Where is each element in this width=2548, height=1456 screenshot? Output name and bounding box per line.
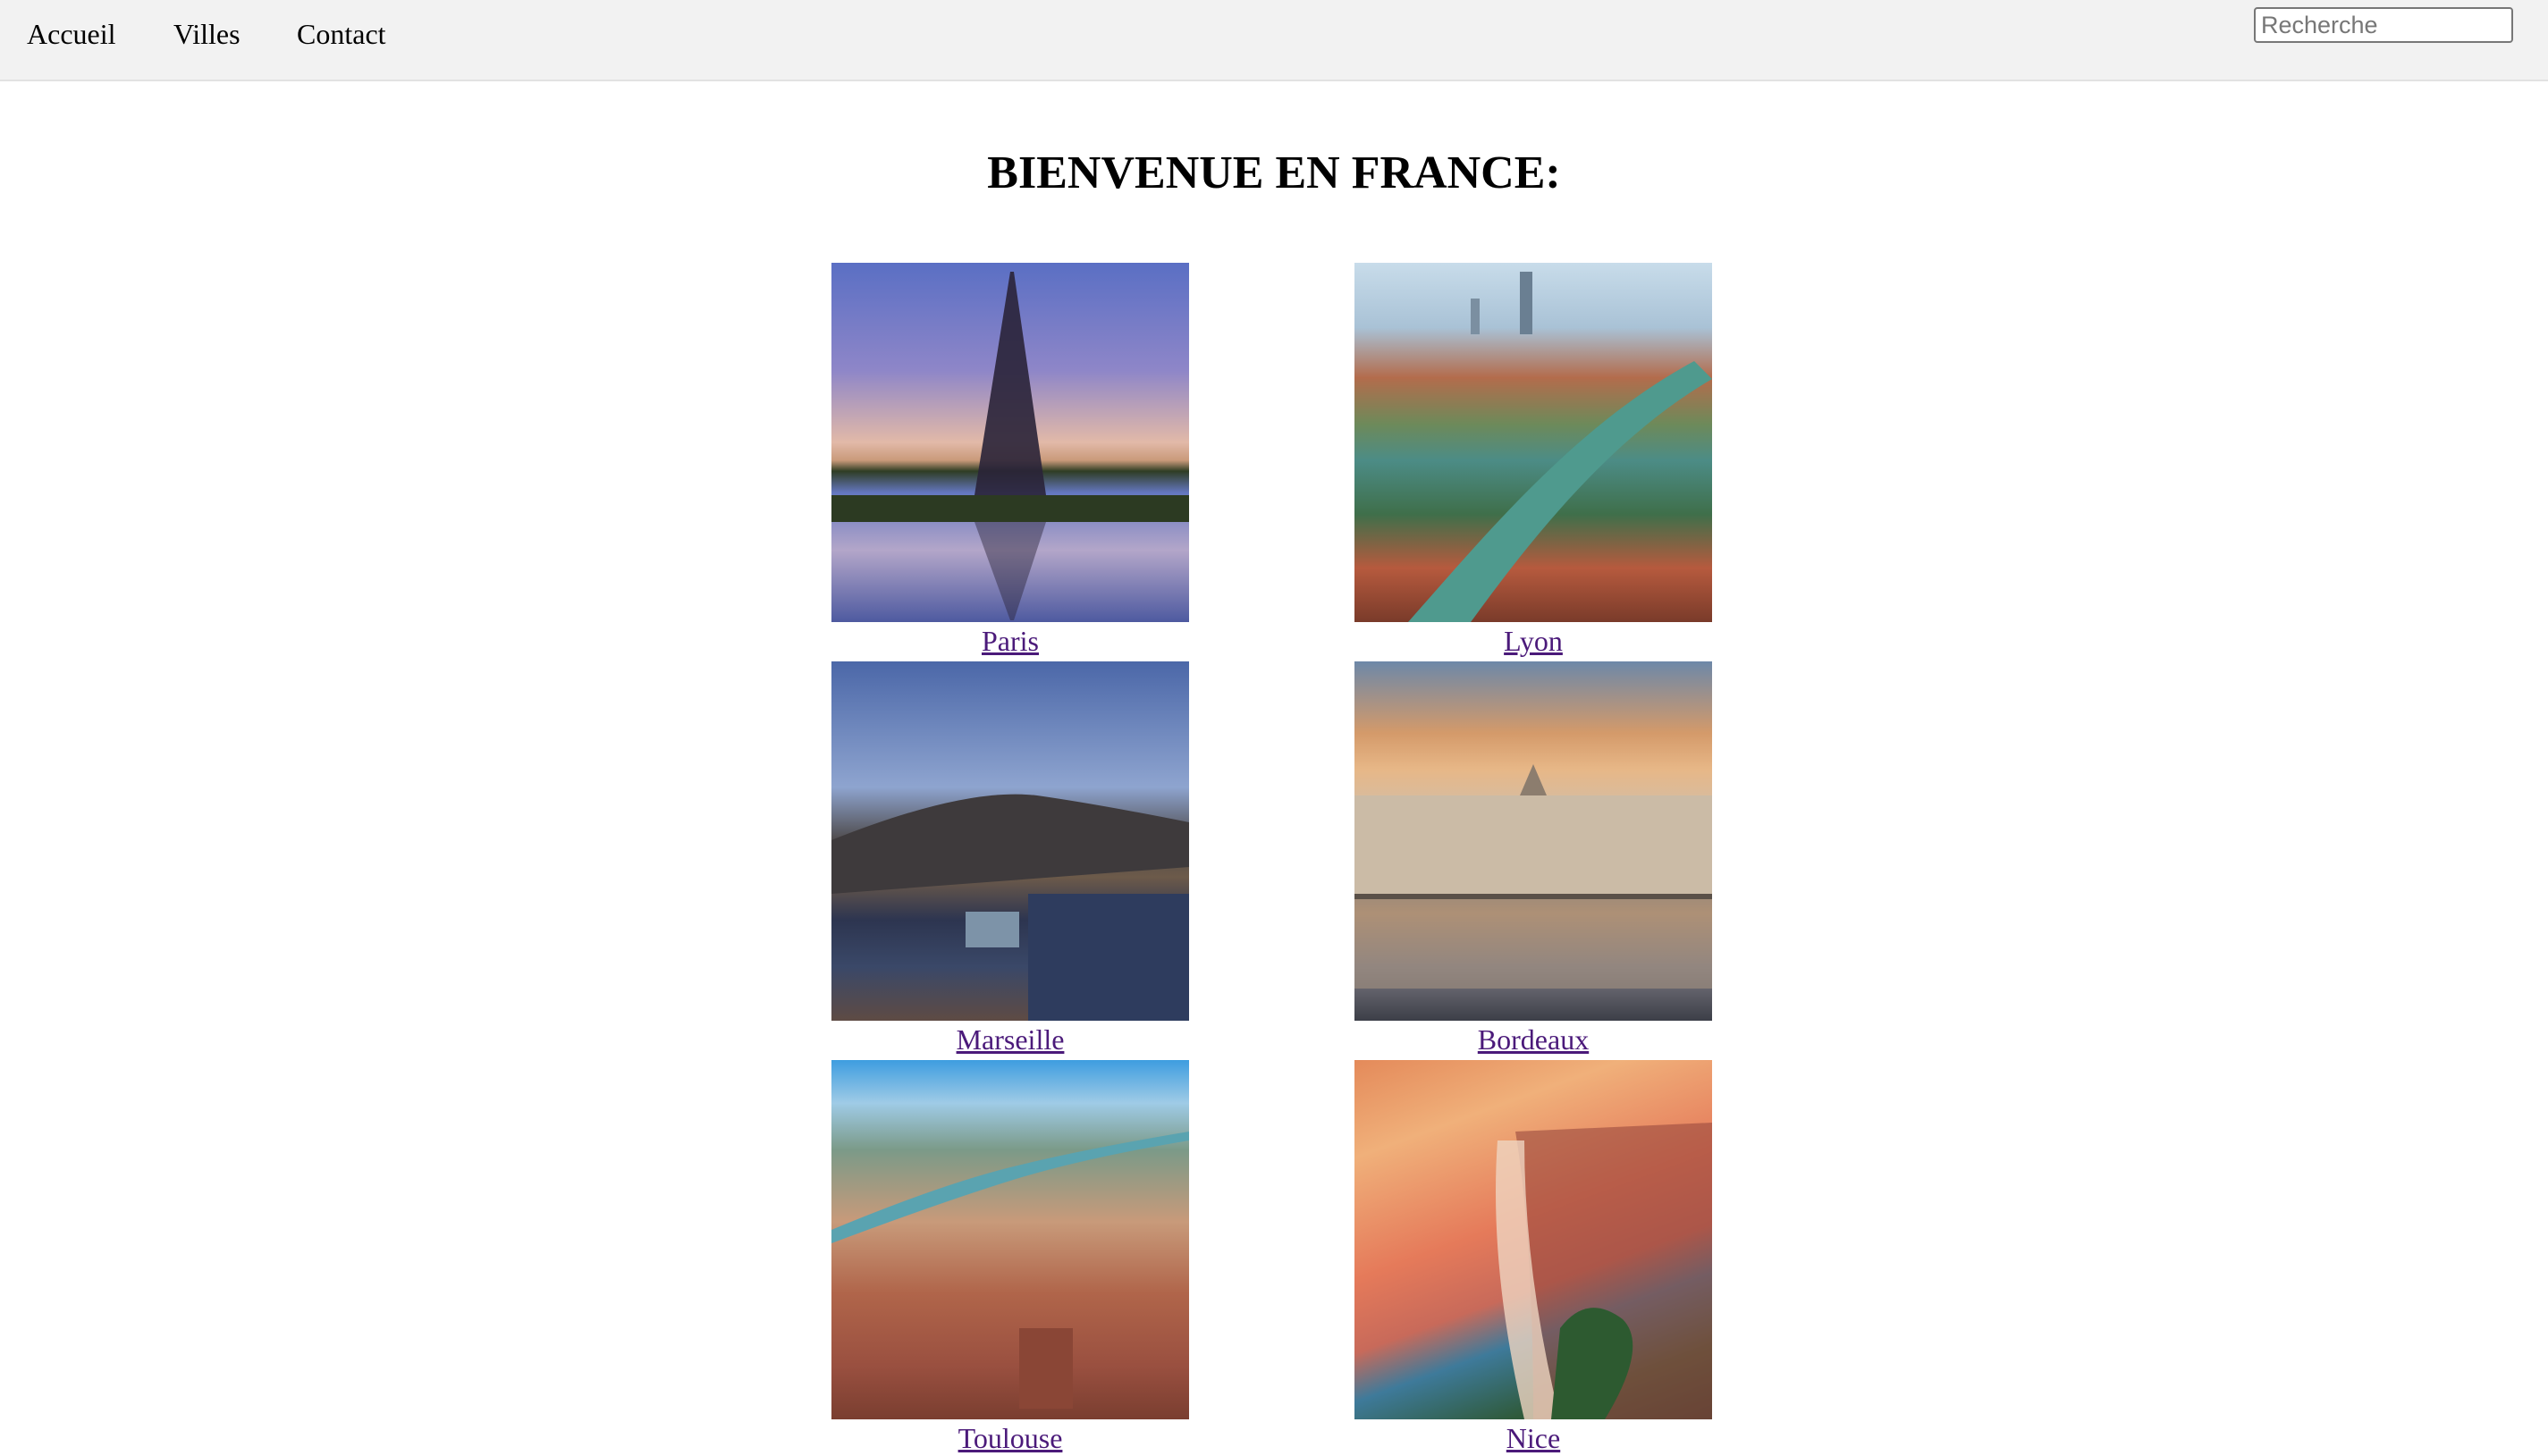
lyon-image <box>1354 263 1712 622</box>
bordeaux-image <box>1354 661 1712 1021</box>
marseille-port-graphic <box>831 794 1189 1021</box>
page-title: BIENVENUE EN FRANCE: <box>987 147 1561 198</box>
city-card-nice: Nice <box>1354 1060 1712 1454</box>
eiffel-tower-graphic <box>831 272 1189 620</box>
search-input[interactable] <box>2254 7 2513 43</box>
city-link-toulouse[interactable]: Toulouse <box>742 1420 1278 1456</box>
city-card-bordeaux: Bordeaux <box>1354 661 1712 1056</box>
city-card-paris: Paris <box>831 263 1189 657</box>
nice-coast-graphic <box>1496 1123 1712 1419</box>
city-link-marseille[interactable]: Marseille <box>742 1022 1278 1057</box>
nav-link-accueil[interactable]: Accueil <box>27 18 116 51</box>
nice-image <box>1354 1060 1712 1419</box>
city-card-lyon: Lyon <box>1354 263 1712 657</box>
paris-image <box>831 263 1189 622</box>
marseille-image <box>831 661 1189 1021</box>
city-link-nice[interactable]: Nice <box>1265 1420 1801 1456</box>
bordeaux-building-graphic <box>1354 764 1712 989</box>
city-card-toulouse: Toulouse <box>831 1060 1189 1454</box>
nav-link-contact[interactable]: Contact <box>297 18 386 51</box>
top-navbar: Accueil Villes Contact <box>0 0 2548 81</box>
nav-link-villes[interactable]: Villes <box>173 18 240 51</box>
city-link-bordeaux[interactable]: Bordeaux <box>1265 1022 1801 1057</box>
lyon-skyline-graphic <box>1408 272 1712 622</box>
toulouse-image <box>831 1060 1189 1419</box>
city-link-paris[interactable]: Paris <box>742 623 1278 659</box>
toulouse-aerial-graphic <box>831 1132 1189 1409</box>
city-link-lyon[interactable]: Lyon <box>1265 623 1801 659</box>
city-card-marseille: Marseille <box>831 661 1189 1056</box>
